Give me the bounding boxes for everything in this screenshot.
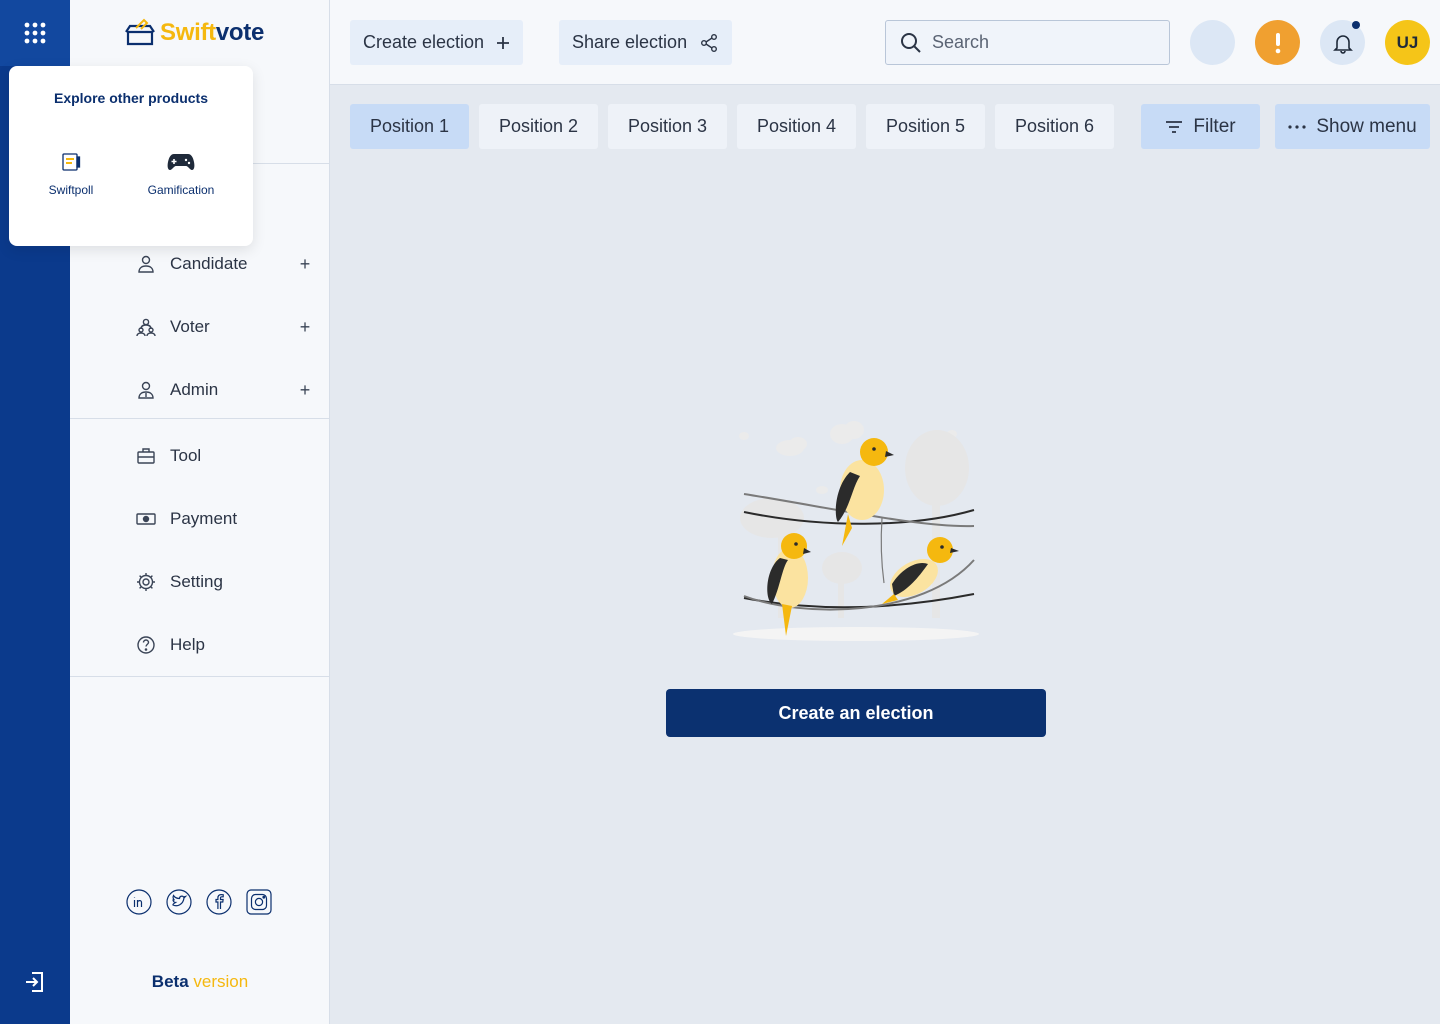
- facebook-icon: [206, 889, 232, 915]
- gamepad-icon: [167, 154, 195, 170]
- payment-icon: [136, 513, 156, 525]
- explore-products-popup: Explore other products Swiftpoll Gamific…: [9, 66, 253, 246]
- tab-label: Position 1: [369, 116, 450, 136]
- notification-dot: [1352, 21, 1360, 29]
- product-label: Gamification: [147, 183, 215, 197]
- search-input[interactable]: [932, 32, 1152, 53]
- apps-grid-button[interactable]: [0, 0, 70, 66]
- tab-label: Position 6: [1014, 116, 1095, 136]
- twitter-link[interactable]: [166, 889, 192, 915]
- tab-label: Position 2: [498, 116, 579, 136]
- alert-button[interactable]: [1255, 20, 1300, 65]
- linkedin-link[interactable]: [126, 889, 152, 915]
- expand-voter-button[interactable]: +: [294, 316, 316, 338]
- logout-button[interactable]: [21, 968, 49, 996]
- sidebar-item-help[interactable]: Help: [136, 630, 316, 660]
- product-gamification[interactable]: Gamification: [131, 152, 231, 197]
- sidebar-item-label: Admin: [170, 380, 219, 399]
- apps-grid-icon: [24, 22, 46, 44]
- social-links: [126, 889, 272, 915]
- beta-version-label: Beta version: [70, 972, 330, 992]
- version-label: version: [193, 972, 249, 991]
- brand-logo[interactable]: Swiftvote: [124, 18, 264, 48]
- create-election-button[interactable]: Create election: [350, 20, 524, 65]
- instagram-link[interactable]: [246, 889, 272, 915]
- sidebar-item-label: Payment: [170, 509, 238, 528]
- sidebar-item-label: Voter: [170, 317, 210, 336]
- beta-label: Beta: [151, 972, 189, 991]
- tab-position-6[interactable]: Position 6: [995, 104, 1114, 149]
- sidebar-item-admin[interactable]: Admin +: [136, 375, 316, 405]
- theme-toggle-button[interactable]: [1190, 20, 1235, 65]
- sidebar-item-label: Candidate: [170, 254, 248, 273]
- facebook-link[interactable]: [206, 889, 232, 915]
- sidebar-item-label: Tool: [170, 446, 202, 465]
- birds-on-wire-illustration: [733, 421, 979, 641]
- sidebar-item-candidate[interactable]: Candidate +: [136, 249, 316, 279]
- show-menu-label: Show menu: [1316, 115, 1417, 137]
- filter-icon: [1166, 120, 1183, 133]
- linkedin-icon: [126, 889, 152, 915]
- sidebar-divider: [70, 418, 330, 419]
- tab-position-5[interactable]: Position 5: [866, 104, 985, 149]
- filter-button[interactable]: Filter: [1141, 104, 1260, 149]
- create-an-election-button[interactable]: Create an election: [666, 689, 1046, 737]
- share-icon: [701, 33, 718, 52]
- twitter-icon: [166, 889, 192, 915]
- more-dots-icon: [1288, 124, 1306, 129]
- sidebar-item-label: Help: [170, 635, 205, 654]
- share-election-button[interactable]: Share election: [559, 20, 733, 65]
- sidebar-item-voter[interactable]: Voter +: [136, 312, 316, 342]
- tab-position-1[interactable]: Position 1: [350, 104, 469, 149]
- voters-icon: [136, 318, 156, 337]
- sidebar-item-label: Setting: [170, 572, 223, 591]
- poll-icon: [62, 153, 81, 171]
- notifications-button[interactable]: [1320, 20, 1365, 65]
- tab-position-2[interactable]: Position 2: [479, 104, 598, 149]
- show-menu-button[interactable]: Show menu: [1275, 104, 1430, 149]
- top-bar: Create election Share election UJ: [330, 0, 1440, 85]
- sidebar-item-payment[interactable]: Payment: [136, 504, 316, 534]
- tab-position-4[interactable]: Position 4: [737, 104, 856, 149]
- exclamation-icon: [1275, 32, 1280, 53]
- gear-icon: [137, 573, 155, 591]
- expand-admin-button[interactable]: +: [294, 379, 316, 401]
- plus-icon: [497, 36, 510, 49]
- search-field[interactable]: [885, 20, 1170, 65]
- brand-name-vote: vote: [215, 19, 264, 46]
- product-swiftpoll[interactable]: Swiftpoll: [21, 152, 121, 197]
- logout-icon: [26, 972, 43, 992]
- avatar-initials: UJ: [1396, 32, 1419, 52]
- toolbox-icon: [137, 448, 155, 464]
- admin-icon: [138, 381, 154, 399]
- tab-label: Position 4: [756, 116, 837, 136]
- tab-position-3[interactable]: Position 3: [608, 104, 727, 149]
- create-election-label: Create election: [363, 32, 485, 52]
- sidebar-item-tool[interactable]: Tool: [136, 441, 316, 471]
- person-icon: [138, 255, 154, 273]
- bell-icon: [1332, 34, 1353, 54]
- filter-label: Filter: [1193, 115, 1236, 137]
- ballot-box-icon: [125, 18, 155, 46]
- expand-candidate-button[interactable]: +: [294, 253, 316, 275]
- product-label: Swiftpoll: [48, 183, 94, 197]
- sidebar-divider: [70, 676, 330, 677]
- help-icon: [137, 636, 155, 654]
- sidebar-item-setting[interactable]: Setting: [136, 567, 316, 597]
- popup-title: Explore other products: [53, 90, 209, 106]
- tab-label: Position 3: [627, 116, 708, 136]
- user-avatar[interactable]: UJ: [1385, 20, 1430, 65]
- share-election-label: Share election: [572, 32, 688, 52]
- instagram-icon: [246, 889, 272, 915]
- tab-label: Position 5: [885, 116, 966, 136]
- brand-name-swift: Swift: [160, 19, 216, 46]
- half-moon-icon: [1209, 35, 1217, 50]
- search-icon: [901, 32, 921, 53]
